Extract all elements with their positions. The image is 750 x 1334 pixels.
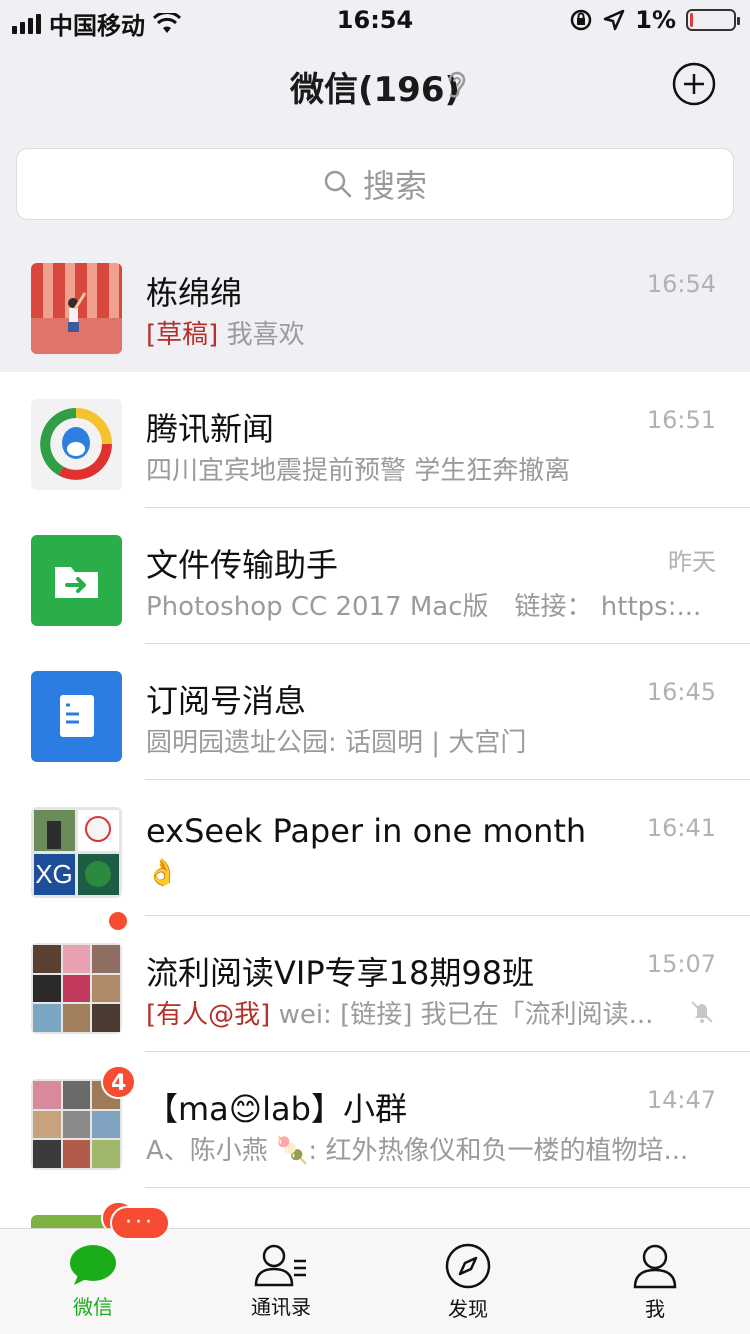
chat-row-tencent-news[interactable]: 腾讯新闻 16:51 四川宜宾地震提前预警 学生狂奔撤离 — [0, 372, 750, 508]
chat-preview: Photoshop CC 2017 Mac版 链接： https:... — [146, 592, 702, 622]
chat-preview: A、陈小燕 🍡: 红外热像仪和负一楼的植物培... — [146, 1136, 689, 1166]
contacts-icon — [254, 1244, 306, 1287]
location-icon — [604, 9, 625, 31]
chat-row-file-transfer[interactable]: 文件传输助手 昨天 Photoshop CC 2017 Mac版 链接： htt… — [0, 508, 750, 644]
draft-tag: [草稿] — [146, 320, 219, 350]
chat-message: 我喜欢 — [226, 320, 305, 350]
tab-label: 我 — [645, 1297, 665, 1321]
compass-icon — [445, 1243, 491, 1289]
search-container: 搜索 — [0, 128, 750, 236]
chat-time: 昨天 — [668, 548, 716, 576]
chat-row-dong-mianmian[interactable]: 栋绵绵 16:54 [草稿] 我喜欢 — [0, 236, 750, 372]
chat-preview: 圆明园遗址公园: 话圆明 | 大宫门 — [146, 728, 527, 758]
group-avatar — [31, 943, 122, 1034]
chat-name: 栋绵绵 — [146, 274, 243, 312]
search-icon — [324, 170, 352, 198]
add-icon[interactable] — [672, 62, 716, 106]
battery-icon — [686, 9, 740, 31]
tab-chats[interactable]: 微信 — [33, 1229, 153, 1334]
group-avatar: XG — [31, 807, 122, 898]
tab-me[interactable]: 我 — [595, 1229, 715, 1334]
chat-preview: [有人@我] wei: [链接] 我已在「流利阅读... — [146, 994, 660, 1031]
tab-bar: 微信 通讯录 发现 我 — [0, 1228, 750, 1334]
chat-name: 订阅号消息 — [146, 682, 307, 720]
page-title: 微信(196) — [289, 70, 461, 110]
chat-time: 14:47 — [646, 1086, 716, 1114]
chat-bubble-icon — [70, 1245, 116, 1285]
nav-bar: 微信(196) — [0, 40, 750, 128]
tab-chats-more-badge: ··· — [110, 1206, 170, 1240]
chat-message: wei: [链接] 我已在「流利阅读... — [278, 1000, 654, 1030]
file-transfer-icon — [31, 535, 122, 626]
chat-name: 【ma😊lab】小群 — [146, 1090, 407, 1128]
chat-row-liuli-reading[interactable]: 流利阅读VIP专享18期98班 15:07 [有人@我] wei: [链接] 我… — [0, 912, 750, 1052]
search-placeholder: 搜索 — [362, 167, 427, 205]
chat-name: exSeek Paper in one month — [146, 812, 587, 850]
subscription-icon — [31, 671, 122, 762]
tab-contacts[interactable]: 通讯录 — [221, 1229, 341, 1334]
search-bar[interactable]: 搜索 — [16, 148, 734, 220]
chat-time: 16:51 — [646, 406, 716, 434]
chat-time: 16:54 — [646, 270, 716, 298]
tab-discover[interactable]: 发现 — [408, 1229, 528, 1334]
chat-time: 15:07 — [646, 950, 716, 978]
person-icon — [633, 1244, 677, 1289]
mention-tag: [有人@我] — [146, 1000, 271, 1030]
tab-label: 发现 — [448, 1297, 488, 1321]
svg-text:XG: XG — [35, 859, 73, 889]
tab-label: 微信 — [73, 1295, 113, 1319]
chat-row-exseek[interactable]: XG exSeek Paper in one month 16:41 👌 — [0, 780, 750, 916]
chat-name: 文件传输助手 — [146, 546, 339, 584]
chat-name: 腾讯新闻 — [146, 410, 275, 448]
unread-dot — [109, 912, 127, 930]
mute-bell-icon — [691, 1001, 713, 1023]
chat-time: 16:41 — [646, 814, 716, 842]
battery-percent: 1% — [635, 6, 676, 34]
status-bar: 中国移动 16:54 1% — [0, 0, 750, 40]
chat-row-malab-group[interactable]: 4 【ma😊lab】小群 14:47 A、陈小燕 🍡: 红外热像仪和负一楼的植物… — [0, 1052, 750, 1188]
chat-preview: [草稿] 我喜欢 — [146, 314, 716, 351]
rotation-lock-icon — [571, 9, 592, 31]
chat-time: 16:45 — [646, 678, 716, 706]
unread-badge: 4 — [101, 1065, 137, 1099]
chat-list: 栋绵绵 16:54 [草稿] 我喜欢 腾讯新闻 16:51 四川宜宾地震提前预警… — [0, 236, 750, 1324]
tencent-news-logo-icon — [31, 399, 122, 490]
avatar — [31, 263, 122, 354]
earpiece-mode-icon — [448, 71, 466, 98]
chat-name: 流利阅读VIP专享18期98班 — [146, 954, 535, 992]
status-right: 1% — [569, 6, 740, 34]
chat-row-subscriptions[interactable]: 订阅号消息 16:45 圆明园遗址公园: 话圆明 | 大宫门 — [0, 644, 750, 780]
chat-preview: 四川宜宾地震提前预警 学生狂奔撤离 — [146, 456, 571, 486]
tab-label: 通讯录 — [251, 1295, 311, 1319]
chat-preview: 👌 — [146, 858, 179, 888]
